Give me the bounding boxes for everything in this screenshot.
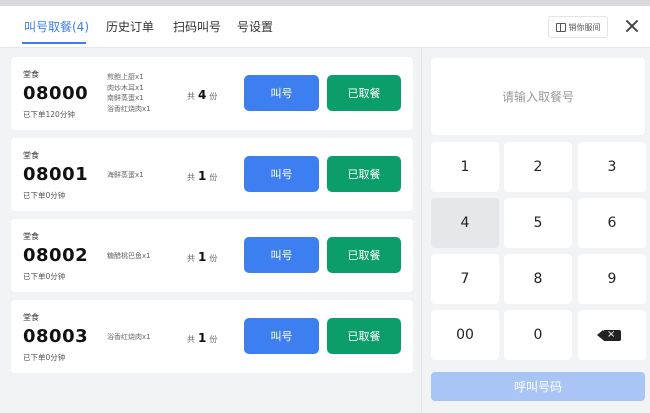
order-card: 堂食 08002 已下单0分钟 糖醋桃巴鱼x1 共1份 叫号 已取餐 — [11, 219, 413, 292]
key-00[interactable]: 00 — [431, 310, 499, 360]
order-type: 堂食 — [23, 151, 39, 160]
picked-up-button[interactable]: 已取餐 — [327, 237, 401, 273]
key-4[interactable]: 4 — [431, 198, 499, 248]
order-type: 堂食 — [23, 70, 39, 79]
call-number-button[interactable]: 呼叫号码 — [431, 372, 645, 401]
key-2[interactable]: 2 — [504, 142, 572, 192]
screen-button-label: 销你服间 — [568, 22, 601, 32]
call-button[interactable]: 叫号 — [244, 75, 319, 111]
order-item: 浴香红烧肉x1 — [107, 104, 151, 113]
key-7[interactable]: 7 — [431, 254, 499, 304]
order-items: 海鲜蒸蛋x1 — [107, 170, 144, 181]
key-0[interactable]: 0 — [504, 310, 572, 360]
order-card: 堂食 08001 已下单0分钟 海鲜蒸蛋x1 共1份 叫号 已取餐 — [11, 138, 413, 211]
key-3[interactable]: 3 — [578, 142, 646, 192]
panel-divider — [421, 48, 422, 413]
order-number: 08000 — [23, 83, 89, 104]
call-button[interactable]: 叫号 — [244, 237, 319, 273]
call-number-dialog: 叫号取餐(4) 历史订单 扫码叫号 号设置 销你服间 堂食 08000 已下单1… — [0, 0, 650, 413]
picked-up-button[interactable]: 已取餐 — [327, 318, 401, 354]
order-quantity: 共4份 — [187, 88, 218, 102]
screen-icon — [555, 22, 566, 32]
order-elapsed-time: 已下单0分钟 — [23, 191, 66, 200]
order-elapsed-time: 已下单120分钟 — [23, 110, 75, 119]
key-6[interactable]: 6 — [578, 198, 646, 248]
close-icon[interactable] — [623, 17, 641, 35]
order-number: 08003 — [23, 326, 89, 347]
key-1[interactable]: 1 — [431, 142, 499, 192]
key-5[interactable]: 5 — [504, 198, 572, 248]
call-button[interactable]: 叫号 — [244, 318, 319, 354]
tab-call-settings[interactable]: 号设置 — [237, 18, 273, 35]
active-tab-indicator — [22, 42, 86, 44]
tab-history-orders[interactable]: 历史订单 — [106, 18, 154, 35]
order-number: 08001 — [23, 164, 89, 185]
order-item: 糖醋桃巴鱼x1 — [107, 252, 151, 260]
tab-scan-call[interactable]: 扫码叫号 — [173, 18, 221, 35]
order-quantity: 共1份 — [187, 331, 218, 345]
picked-up-button[interactable]: 已取餐 — [327, 75, 401, 111]
order-item: 肉炒木耳x1 — [107, 83, 144, 92]
order-card: 堂食 08003 已下单0分钟 浴香红烧肉x1 共1份 叫号 已取餐 — [11, 300, 413, 373]
call-button[interactable]: 叫号 — [244, 156, 319, 192]
backspace-button[interactable]: × — [578, 310, 646, 360]
order-type: 堂食 — [23, 313, 39, 322]
order-quantity: 共1份 — [187, 169, 218, 183]
picked-up-button[interactable]: 已取餐 — [327, 156, 401, 192]
order-elapsed-time: 已下单0分钟 — [23, 272, 66, 281]
screen-button[interactable]: 销你服间 — [548, 16, 608, 38]
order-quantity: 共1份 — [187, 250, 218, 264]
dialog-header: 叫号取餐(4) 历史订单 扫码叫号 号设置 销你服间 — [0, 6, 650, 48]
order-item: 海鲜蒸蛋x1 — [107, 171, 144, 179]
order-number: 08002 — [23, 245, 89, 266]
backspace-icon: × — [597, 329, 621, 341]
order-items: 浴香红烧肉x1 — [107, 332, 151, 343]
pickup-number-input[interactable]: 请输入取餐号 — [431, 58, 645, 135]
order-item: 煎鲍上厨x1 — [107, 73, 144, 81]
tab-call-pickup[interactable]: 叫号取餐(4) — [24, 18, 89, 35]
order-type: 堂食 — [23, 232, 39, 241]
order-card: 堂食 08000 已下单120分钟 煎鲍上厨x1 肉炒木耳x1 南鲜蒸蛋x1 浴… — [11, 57, 413, 130]
key-9[interactable]: 9 — [578, 254, 646, 304]
order-item: 浴香红烧肉x1 — [107, 333, 151, 341]
order-item: 南鲜蒸蛋x1 — [107, 94, 144, 102]
order-items: 煎鲍上厨x1 肉炒木耳x1 南鲜蒸蛋x1 浴香红烧肉x1 — [107, 72, 151, 114]
key-8[interactable]: 8 — [504, 254, 572, 304]
order-elapsed-time: 已下单0分钟 — [23, 353, 66, 362]
order-items: 糖醋桃巴鱼x1 — [107, 251, 151, 262]
